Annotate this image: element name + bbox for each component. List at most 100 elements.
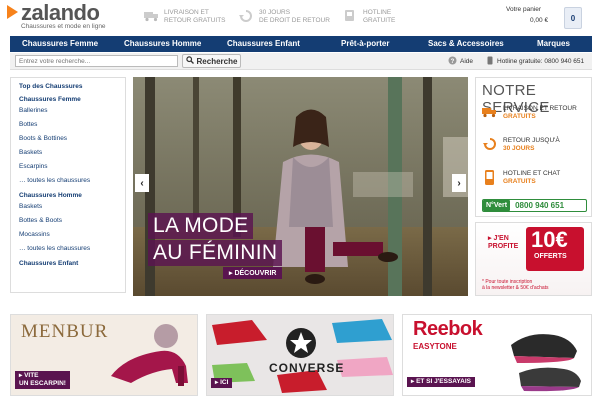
search-button-label: Recherche <box>196 56 238 66</box>
phone-icon <box>486 56 494 67</box>
promo-prefix-1: J'EN <box>493 235 509 242</box>
promo-prefix: ▸ J'EN PROFITE <box>488 235 519 250</box>
hero-banner[interactable]: ‹ › LA MODE AU FÉMININ ▸ DÉCOUVRIR <box>133 77 468 296</box>
zalando-logo[interactable]: zalando Chaussures et mode en ligne <box>5 0 135 32</box>
service-highlight: GRATUITS <box>503 113 536 120</box>
nav-item-chaussures-enfant[interactable]: Chaussures Enfant <box>227 39 300 48</box>
search-button[interactable]: Recherche <box>182 54 241 68</box>
sidebar-item[interactable]: Bottes <box>19 121 125 128</box>
phone-icon <box>342 9 359 22</box>
usp-text: LIVRAISON ET <box>164 9 209 16</box>
search-input[interactable] <box>15 55 178 67</box>
banner-reebok-cta[interactable]: ▸ ET SI J'ESSAYAIS <box>407 377 475 387</box>
banner-sub: EASYTONE <box>413 342 457 351</box>
nav-item-chaussures-homme[interactable]: Chaussures Homme <box>124 39 201 48</box>
logo-tagline: Chaussures et mode en ligne <box>21 23 106 30</box>
truck-icon <box>143 9 160 22</box>
usp-return: 30 JOURS DE DROIT DE RETOUR <box>238 9 330 25</box>
usp-text: HOTLINE <box>363 9 392 16</box>
usp-text: RETOUR GRATUITS <box>164 17 226 24</box>
logo-play-icon <box>7 5 18 19</box>
banner-brand: CONVERSE <box>269 361 345 375</box>
service-text: LIVRAISON ET RETOUR <box>503 105 577 112</box>
hotline-text: Hotline gratuite: 0800 940 651 <box>497 58 585 65</box>
usp-free-delivery: LIVRAISON ET RETOUR GRATUITS <box>143 9 226 25</box>
service-text: RETOUR JUSQU'À <box>503 137 560 144</box>
help-link[interactable]: ? Aide <box>448 56 473 67</box>
hero-title-line-2: AU FÉMININ <box>148 240 283 266</box>
main-nav: Chaussures Femme Chaussures Homme Chauss… <box>10 36 592 52</box>
service-row-return: RETOUR JUSQU'À 30 JOURS <box>482 137 560 153</box>
sidebar-heading: Top des Chaussures <box>19 83 83 90</box>
cart-amount: 0,00 € <box>530 17 549 24</box>
hero-next-arrow[interactable]: › <box>452 174 466 192</box>
nav-item-marques[interactable]: Marques <box>537 39 570 48</box>
promo-note: * Pour toute inscription à la newsletter … <box>482 279 549 291</box>
numero-vert-number: 0800 940 651 <box>515 201 565 210</box>
reebok-shoes-image <box>511 334 581 392</box>
banner-cta-line-2: UN ESCARPIN! <box>19 380 66 387</box>
usp-text: DE DROIT DE RETOUR <box>259 17 330 24</box>
usp-text: GRATUITE <box>363 17 396 24</box>
usp-hotline: HOTLINE GRATUITE <box>342 9 395 25</box>
sidebar-item[interactable]: Baskets <box>19 203 125 210</box>
nav-item-sacs-accessoires[interactable]: Sacs & Accessoires <box>428 39 504 48</box>
service-highlight: 30 JOURS <box>503 145 535 152</box>
search-icon <box>185 56 194 66</box>
return-arrow-icon <box>238 9 255 22</box>
converse-sneakers-image <box>212 319 393 393</box>
hero-title: LA MODE AU FÉMININ <box>148 213 283 267</box>
return-arrow-icon <box>482 137 498 150</box>
hero-discover-button[interactable]: ▸ DÉCOUVRIR <box>223 267 283 279</box>
sidebar-item[interactable]: Mocassins <box>19 231 125 238</box>
nav-item-pret-a-porter[interactable]: Prêt-à-porter <box>341 39 389 48</box>
service-row-hotline: HOTLINE ET CHAT GRATUITS <box>482 170 560 186</box>
nav-item-chaussures-femme[interactable]: Chaussures Femme <box>22 39 98 48</box>
sidebar-item[interactable]: Boots & Bottines <box>19 135 125 142</box>
shopping-bag-icon: 0 <box>564 7 582 29</box>
hotline-info: Hotline gratuite: 0800 940 651 <box>486 56 584 67</box>
hero-title-line-1: LA MODE <box>148 213 254 239</box>
banner-cta-line-1: ▸ VITE <box>19 372 39 379</box>
sidebar-item[interactable]: … toutes les chaussures <box>19 245 125 252</box>
banner-menbur-cta[interactable]: ▸ VITE UN ESCARPIN! <box>15 371 70 389</box>
promo-amount: 10€ <box>531 227 568 252</box>
numero-vert-tag: N°Vert <box>483 200 511 211</box>
sidebar-cat-enfant[interactable]: Chaussures Enfant <box>19 260 125 267</box>
banner-converse[interactable]: CONVERSE ▸ ICI <box>206 314 394 396</box>
sidebar: Top des Chaussures Chaussures Femme Ball… <box>10 77 126 293</box>
sidebar-item[interactable]: Escarpins <box>19 163 125 170</box>
cart[interactable]: Votre panier 0,00 € 0 <box>506 6 596 32</box>
sidebar-cat-homme[interactable]: Chaussures Homme <box>19 192 125 199</box>
sidebar-item[interactable]: Bottes & Boots <box>19 217 125 224</box>
banner-brand: MENBUR <box>21 321 109 342</box>
service-highlight: GRATUITS <box>503 178 536 185</box>
promo-badge: 10€ OFFERTS <box>526 227 584 271</box>
banner-brand: Reebok <box>413 318 483 340</box>
truck-icon <box>482 105 498 118</box>
usp-text: 30 JOURS <box>259 9 291 16</box>
service-row-delivery: LIVRAISON ET RETOUR GRATUITS <box>482 105 577 121</box>
sidebar-item[interactable]: Ballerines <box>19 107 125 114</box>
banner-reebok[interactable]: Reebok EASYTONE ▸ ET SI J'ESSAYAIS <box>402 314 592 396</box>
sidebar-item[interactable]: … toutes les chaussures <box>19 177 125 184</box>
header: zalando Chaussures et mode en ligne LIVR… <box>0 0 600 36</box>
mobile-phone-icon <box>482 170 498 185</box>
cart-label: Votre panier <box>506 6 542 13</box>
sidebar-cat-femme[interactable]: Chaussures Femme <box>19 96 125 103</box>
promo-offered: OFFERTS <box>534 253 567 260</box>
svg-text:?: ? <box>451 59 455 65</box>
promo-prefix-2: PROFITE <box>488 243 519 250</box>
search-bar: Recherche ? Aide Hotline gratuite: 0800 … <box>10 53 592 70</box>
banner-menbur[interactable]: MENBUR ▸ VITE UN ESCARPIN! <box>10 314 198 396</box>
help-icon: ? <box>448 56 457 67</box>
pink-pump-image <box>111 324 188 386</box>
help-label: Aide <box>460 58 474 65</box>
banner-converse-cta[interactable]: ▸ ICI <box>211 378 233 388</box>
hero-prev-arrow[interactable]: ‹ <box>135 174 149 192</box>
sidebar-item[interactable]: Baskets <box>19 149 125 156</box>
service-box: NOTRE SERVICE LIVRAISON ET RETOUR GRATUIT… <box>475 77 592 217</box>
service-text: HOTLINE ET CHAT <box>503 170 561 177</box>
newsletter-promo-banner[interactable]: ▸ J'EN PROFITE 10€ OFFERTS * Pour toute i… <box>475 222 592 296</box>
numero-vert-badge: N°Vert 0800 940 651 <box>482 199 587 212</box>
